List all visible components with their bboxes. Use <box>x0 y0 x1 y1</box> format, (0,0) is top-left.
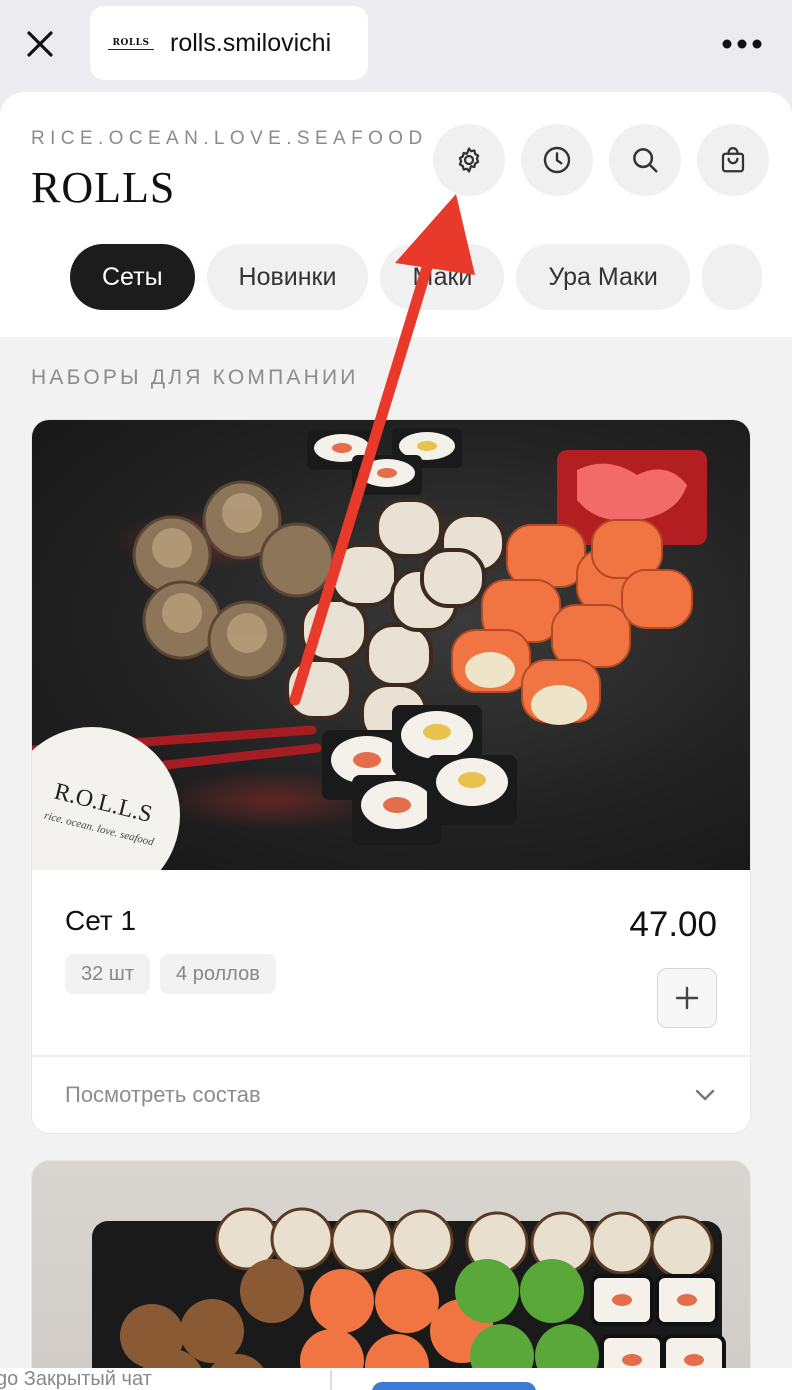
annotation-arrow <box>289 194 475 706</box>
